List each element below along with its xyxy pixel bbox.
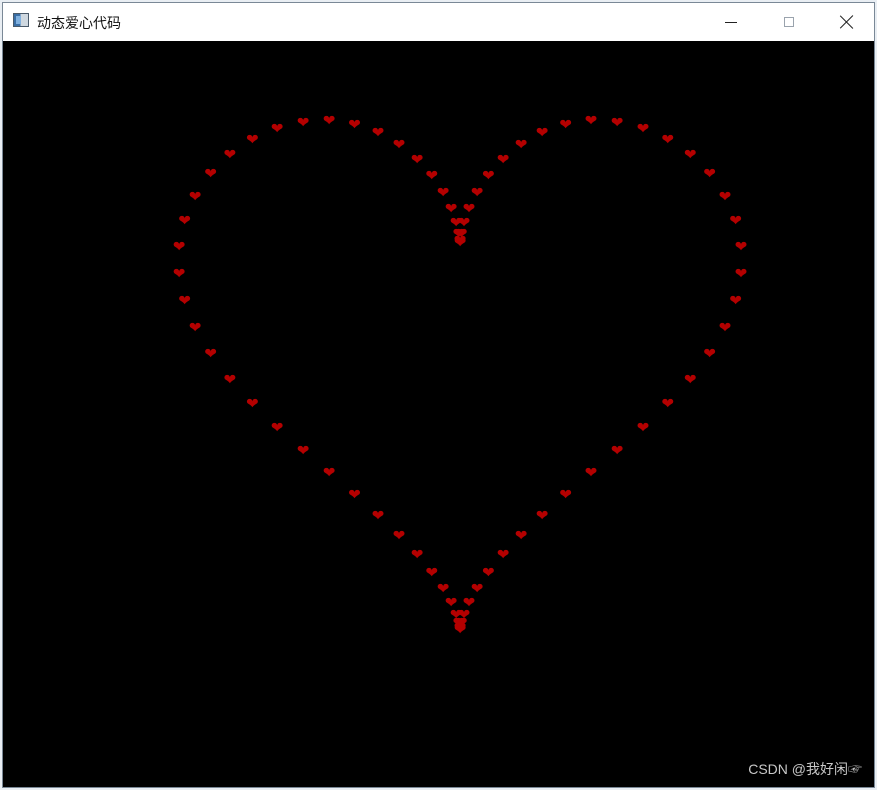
heart-icon: ❤	[322, 463, 336, 482]
heart-icon: ❤	[729, 291, 742, 310]
maximize-button[interactable]	[760, 3, 818, 41]
heart-icon: ❤	[178, 291, 191, 310]
heart-icon: ❤	[172, 264, 186, 283]
heart-icon: ❤	[462, 199, 476, 218]
heart-icon: ❤	[584, 111, 598, 130]
heart-icon: ❤	[270, 418, 284, 437]
heart-icon: ❤	[410, 545, 424, 564]
heart-icon: ❤	[535, 123, 549, 142]
heart-icon: ❤	[371, 506, 385, 525]
heart-icon: ❤	[729, 211, 742, 230]
app-window-icon	[13, 13, 29, 27]
heart-icon: ❤	[188, 318, 202, 337]
heart-icon: ❤	[661, 130, 674, 149]
heart-icon: ❤	[425, 563, 438, 582]
heart-icon: ❤	[734, 264, 748, 283]
heart-icon: ❤	[482, 166, 495, 185]
heart-icon: ❤	[559, 115, 572, 134]
heart-icon: ❤	[296, 441, 310, 460]
heart-icon: ❤	[734, 237, 748, 256]
window-title: 动态爱心代码	[37, 16, 121, 32]
heart-icon: ❤	[683, 145, 697, 164]
heart-icon: ❤	[535, 506, 549, 525]
heart-icon: ❤	[392, 526, 406, 545]
heart-icon: ❤	[178, 211, 191, 230]
heart-icon: ❤	[718, 187, 732, 205]
heart-icon: ❤	[453, 231, 467, 250]
heart-icon: ❤	[683, 370, 697, 389]
minimize-icon	[725, 21, 737, 23]
heart-icon: ❤	[436, 579, 450, 598]
heart-canvas: CSDN @我好闲☞ ❤ ❤ ❤ ❤ ❤ ❤ ❤ ❤ ❤ ❤ ❤ ❤ ❤ ❤ ❤ ❤ ❤ ❤ ❤ ❤ ❤ ❤ ❤ ❤ ❤ ❤ ❤ ❤ ❤…	[3, 41, 874, 787]
heart-icon: ❤	[514, 135, 528, 154]
heart-icon: ❤	[223, 370, 237, 389]
heart-icon: ❤	[188, 187, 202, 205]
heart-icon: ❤	[718, 318, 732, 337]
heart-icon: ❤	[610, 441, 624, 460]
heart-icon: ❤	[496, 150, 510, 169]
heart-icon: ❤	[204, 344, 217, 363]
heart-icon: ❤	[348, 485, 361, 504]
heart-icon: ❤	[661, 394, 674, 413]
heart-icon: ❤	[172, 237, 186, 256]
heart-icon: ❤	[223, 145, 237, 164]
heart-icon: ❤	[496, 545, 510, 564]
heart-icon: ❤	[584, 463, 598, 482]
heart-icon: ❤	[482, 563, 495, 582]
heart-icon: ❤	[410, 150, 424, 169]
heart-icon: ❤	[610, 113, 624, 131]
close-icon	[840, 15, 854, 29]
heart-icon: ❤	[246, 130, 259, 149]
minimize-button[interactable]	[702, 3, 760, 41]
heart-icon: ❤	[436, 183, 450, 202]
heart-icon: ❤	[348, 115, 361, 134]
heart-icon: ❤	[322, 111, 336, 130]
heart-icon: ❤	[636, 418, 650, 437]
heart-icon: ❤	[270, 119, 284, 138]
heart-icon: ❤	[470, 183, 484, 202]
heart-icon: ❤	[371, 123, 385, 142]
heart-icon: ❤	[444, 593, 458, 612]
heart-icon: ❤	[703, 164, 716, 183]
heart-icon: ❤	[425, 166, 438, 185]
heart-icon: ❤	[246, 394, 259, 413]
heart-icon: ❤	[392, 135, 406, 154]
heart-icon: ❤	[636, 119, 650, 138]
close-button[interactable]	[818, 3, 874, 41]
app-window: 动态爱心代码 CSDN @我好闲☞ ❤ ❤ ❤ ❤ ❤ ❤ ❤ ❤ ❤ ❤ ❤ ❤ ❤ ❤ ❤ ❤ ❤ ❤ ❤ ❤ ❤ ❤…	[2, 2, 875, 788]
maximize-icon	[784, 17, 794, 27]
heart-icon: ❤	[703, 344, 716, 363]
heart-icon: ❤	[296, 113, 310, 131]
title-bar[interactable]: 动态爱心代码	[3, 3, 874, 41]
heart-icon: ❤	[559, 485, 572, 504]
heart-icon: ❤	[514, 526, 528, 545]
heart-icon: ❤	[204, 164, 217, 183]
watermark: CSDN @我好闲☞	[748, 761, 862, 777]
